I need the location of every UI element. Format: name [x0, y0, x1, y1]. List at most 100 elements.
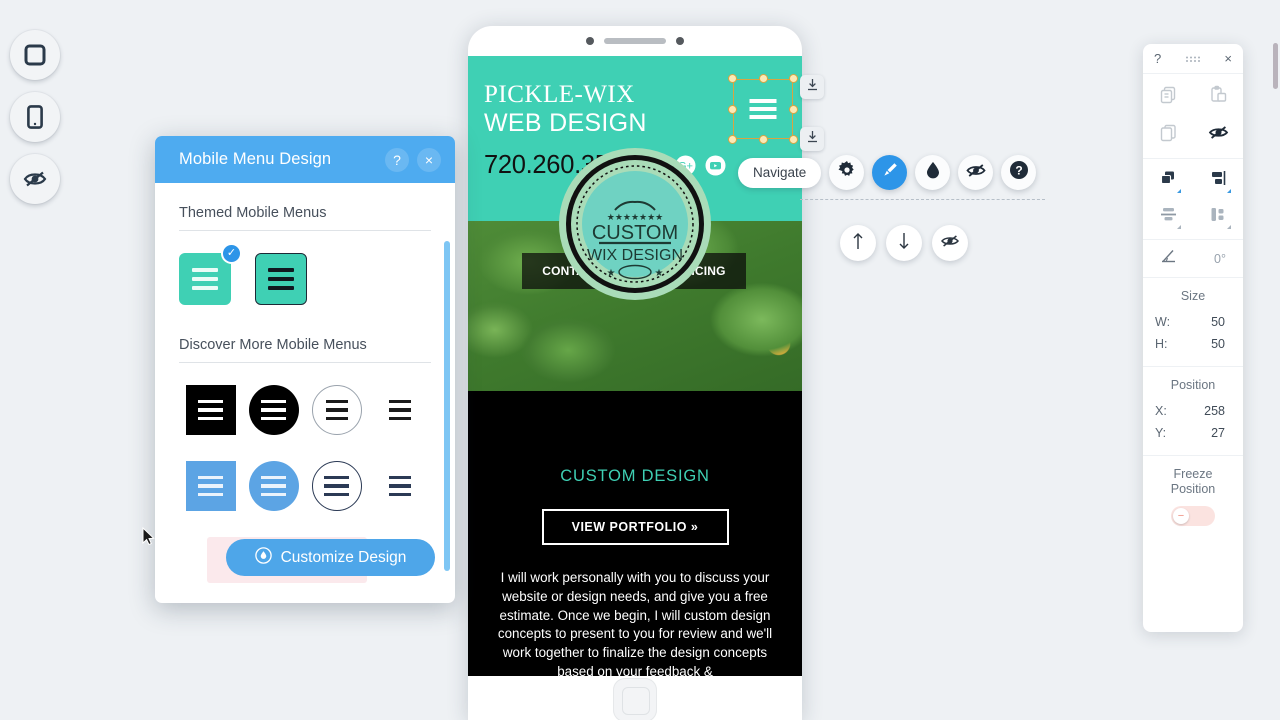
discover-menu-4[interactable]	[368, 385, 431, 435]
color-button[interactable]	[915, 155, 951, 190]
resize-handle-tr[interactable]	[789, 74, 798, 83]
resize-handle-bl[interactable]	[728, 135, 737, 144]
element-properties-panel: ? × 0° Size W: 50 H: 50 Position X: 258 …	[1143, 44, 1243, 632]
discover-menu-3[interactable]	[305, 385, 368, 435]
discover-menu-6[interactable]	[242, 461, 305, 511]
hide-element-button[interactable]	[932, 225, 968, 261]
x-value[interactable]: 258	[1181, 404, 1233, 418]
y-value[interactable]: 27	[1181, 426, 1233, 440]
height-field[interactable]: H: 50	[1143, 333, 1243, 355]
paste-button[interactable]	[1193, 85, 1243, 109]
dark-section: CUSTOM DESIGN VIEW PORTFOLIO » I will wo…	[468, 391, 802, 676]
view-portfolio-button[interactable]: VIEW PORTFOLIO »	[541, 509, 729, 545]
element-toolbar: Navigate ?	[738, 155, 1037, 190]
dialog-close-button[interactable]: ×	[417, 147, 441, 172]
phone-bottom-bezel	[468, 676, 802, 720]
badge-bottom-text: WIX DESIGN	[587, 247, 683, 264]
resize-handle-br[interactable]	[789, 135, 798, 144]
gear-icon	[838, 161, 856, 184]
duplicate-button[interactable]	[1143, 123, 1193, 147]
width-field[interactable]: W: 50	[1143, 311, 1243, 333]
discover-menus-grid	[179, 385, 431, 511]
resize-handle-ml[interactable]	[728, 104, 737, 114]
align-right-icon	[1209, 170, 1228, 192]
resize-handle-bc[interactable]	[758, 135, 768, 144]
settings-button[interactable]	[829, 155, 865, 190]
sensor-dot-icon	[676, 37, 684, 45]
move-up-button[interactable]	[840, 225, 876, 261]
height-key: H:	[1155, 337, 1168, 351]
dialog-help-button[interactable]: ?	[385, 147, 409, 172]
discover-menu-5[interactable]	[179, 461, 242, 511]
hide-button[interactable]	[1193, 123, 1243, 147]
arrange-button[interactable]	[1143, 170, 1193, 193]
paste-icon	[1209, 85, 1228, 109]
mouse-cursor	[142, 526, 155, 546]
discover-menu-7[interactable]	[305, 461, 368, 511]
sidebar-item-hidden-elements[interactable]	[10, 154, 60, 204]
distribute-horizontal-icon	[1209, 206, 1228, 228]
svg-text:★: ★	[655, 268, 664, 279]
discover-menu-2[interactable]	[242, 385, 305, 435]
freeze-position-label: Freeze Position	[1143, 465, 1243, 506]
panel-drag-handle[interactable]	[1185, 55, 1201, 63]
black-circle-menu-icon	[248, 385, 299, 435]
height-value[interactable]: 50	[1181, 337, 1233, 351]
distribute-vertical-button[interactable]	[1143, 206, 1193, 229]
customize-design-button[interactable]: Customize Design	[226, 539, 435, 576]
copy-button[interactable]	[1143, 85, 1193, 109]
width-value[interactable]: 50	[1181, 315, 1233, 329]
resize-handle-mr[interactable]	[789, 104, 798, 114]
discover-menu-8[interactable]	[368, 461, 431, 511]
navigate-button[interactable]: Navigate	[738, 157, 822, 188]
badge-top-text: CUSTOM	[592, 222, 678, 244]
arrow-down-icon	[897, 232, 911, 255]
blue-square-menu-icon	[185, 461, 236, 511]
themed-menu-option-2[interactable]	[255, 253, 307, 305]
black-square-menu-icon	[185, 385, 236, 435]
arrow-up-icon	[851, 232, 865, 255]
move-down-button[interactable]	[886, 225, 922, 261]
eye-hidden-icon	[23, 169, 47, 189]
panel-close-button[interactable]: ×	[1224, 51, 1232, 66]
dialog-scrollbar[interactable]	[444, 241, 450, 571]
arrange-layers-icon	[1159, 170, 1178, 192]
eye-hidden-icon	[940, 233, 960, 254]
navy-ring-menu-icon	[311, 461, 362, 511]
y-field[interactable]: Y: 27	[1143, 422, 1243, 444]
anchor-bottom-button[interactable]	[800, 127, 824, 151]
help-button[interactable]: ?	[1001, 155, 1037, 190]
phone-screen: PICKLE-WIX WEB DESIGN 720.260.3541 G+ CO…	[468, 56, 802, 676]
resize-handle-tc[interactable]	[758, 74, 768, 83]
sidebar-item-mobile-view[interactable]	[10, 92, 60, 142]
panel-arrange-section	[1143, 158, 1243, 239]
hide-button[interactable]	[958, 155, 994, 190]
anchor-top-button[interactable]	[800, 75, 824, 99]
angle-icon[interactable]	[1160, 248, 1180, 269]
canvas-scrollbar[interactable]	[1273, 43, 1278, 89]
panel-help-button[interactable]: ?	[1154, 51, 1161, 66]
svg-text:★★★★★★★: ★★★★★★★	[607, 212, 663, 222]
discover-menu-1[interactable]	[179, 385, 242, 435]
themed-section-title: Themed Mobile Menus	[179, 205, 431, 231]
distribute-horizontal-button[interactable]	[1193, 206, 1243, 229]
x-field[interactable]: X: 258	[1143, 400, 1243, 422]
hamburger-menu-icon	[749, 99, 777, 119]
blue-circle-menu-icon	[248, 461, 299, 511]
selected-element-overlay[interactable]	[728, 74, 798, 144]
resize-handle-tl[interactable]	[728, 74, 737, 83]
themed-menu-option-1[interactable]: ✓	[179, 243, 242, 305]
rotation-value[interactable]: 0°	[1214, 252, 1226, 266]
chevron-dropdown-icon	[1227, 225, 1231, 229]
mobile-phone-icon	[27, 105, 43, 129]
design-button[interactable]	[872, 155, 908, 190]
layer-toolbar	[840, 225, 968, 261]
discover-section-title: Discover More Mobile Menus	[179, 337, 431, 363]
sidebar-item-desktop-view[interactable]	[10, 30, 60, 80]
body-copy: I will work personally with you to discu…	[497, 570, 773, 676]
freeze-position-toggle[interactable]: −	[1171, 506, 1215, 526]
home-button[interactable]	[613, 678, 657, 720]
dialog-body: Themed Mobile Menus ✓ Discover More Mobi…	[155, 183, 455, 603]
align-button[interactable]	[1193, 170, 1243, 193]
panel-freeze-section: Freeze Position −	[1143, 455, 1243, 537]
